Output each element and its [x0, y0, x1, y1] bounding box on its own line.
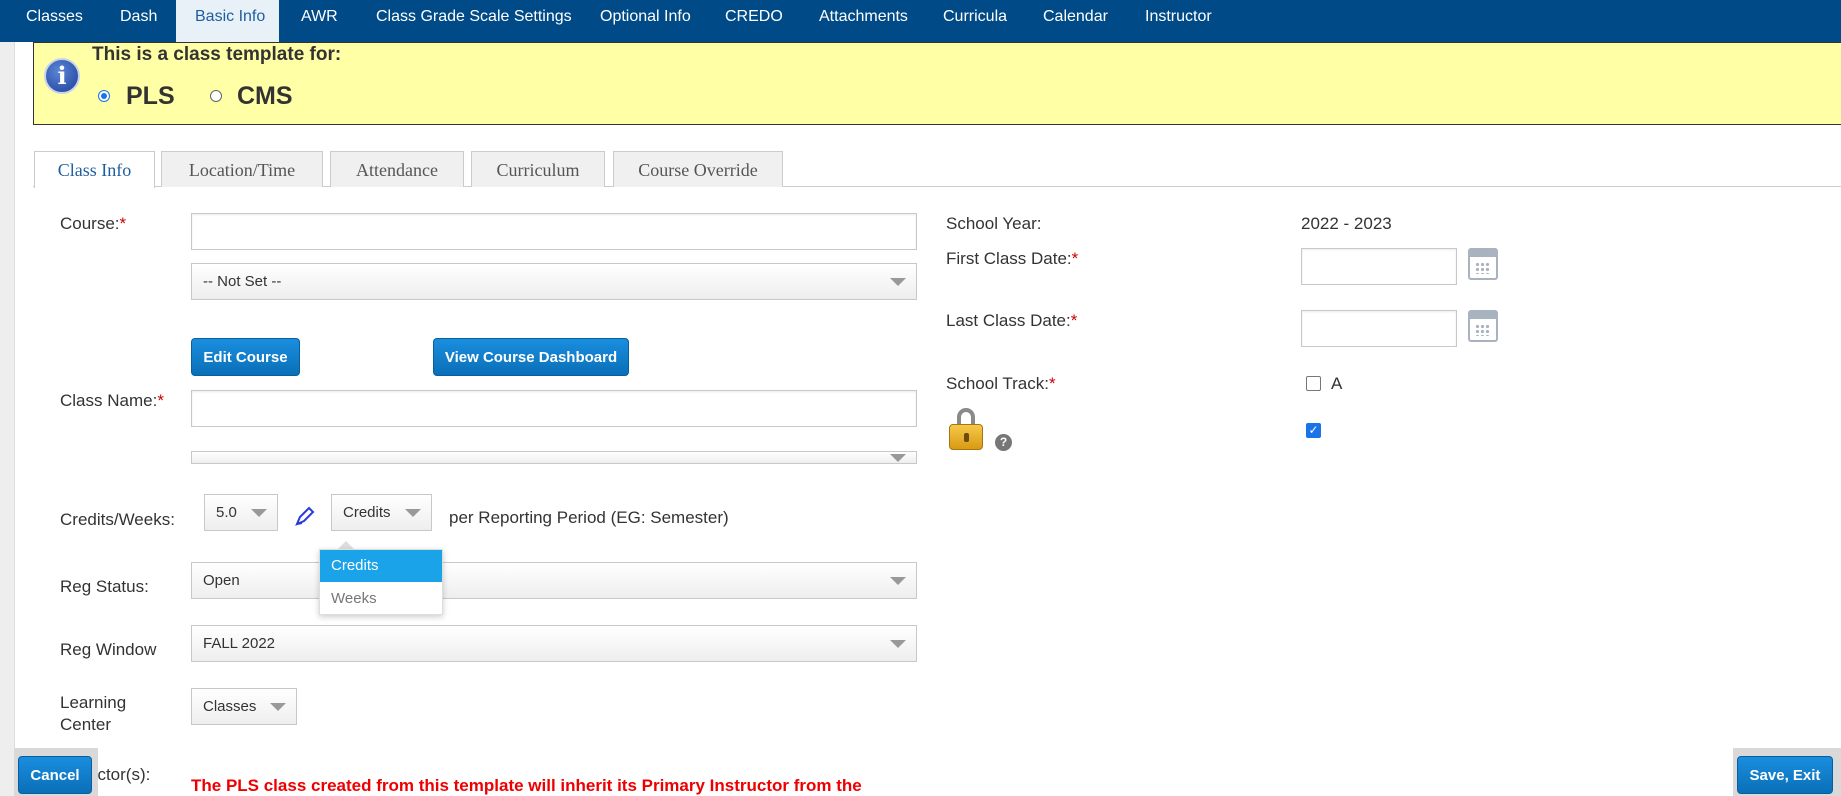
- course-label: Course:*: [60, 214, 127, 233]
- chevron-down-icon: [405, 509, 421, 517]
- last-class-date-label: Last Class Date:*: [946, 311, 1078, 330]
- class-name-select[interactable]: [191, 451, 917, 464]
- first-class-date-input[interactable]: [1301, 248, 1457, 285]
- cancel-button[interactable]: Cancel: [18, 756, 92, 794]
- learning-center-label: Learning Center: [60, 693, 127, 734]
- left-gutter: [0, 0, 15, 796]
- dropdown-option-credits[interactable]: Credits: [320, 550, 442, 582]
- class-name-input[interactable]: [191, 390, 917, 427]
- reg-window-select[interactable]: FALL 2022: [191, 625, 917, 662]
- pencil-icon[interactable]: [294, 505, 316, 527]
- banner-title: This is a class template for:: [92, 44, 342, 65]
- tab-location-time[interactable]: Location/Time: [161, 151, 323, 187]
- tab-attendance[interactable]: Attendance: [330, 151, 464, 187]
- chevron-down-icon: [890, 454, 906, 462]
- nav-tab-instructor[interactable]: Instructor: [1145, 0, 1212, 42]
- tab-class-info[interactable]: Class Info: [34, 151, 155, 188]
- course-select[interactable]: -- Not Set --: [191, 263, 917, 300]
- dropdown-option-weeks[interactable]: Weeks: [320, 583, 442, 615]
- nav-tab-curricula[interactable]: Curricula: [943, 0, 1007, 42]
- tab-curriculum[interactable]: Curriculum: [471, 151, 605, 187]
- credits-weeks-label: Credits/Weeks:: [60, 510, 175, 529]
- credits-unit-select[interactable]: Credits: [331, 494, 432, 531]
- last-class-date-input[interactable]: [1301, 310, 1457, 347]
- credits-unit-dropdown: Credits Weeks: [319, 549, 443, 615]
- school-track-label: School Track:*: [946, 374, 1056, 393]
- school-year-value: 2022 - 2023: [1301, 214, 1392, 233]
- reg-status-select[interactable]: Open: [191, 562, 917, 599]
- info-icon: i: [44, 58, 80, 94]
- lock-checkbox[interactable]: ✓: [1306, 423, 1321, 438]
- pls-radio[interactable]: [98, 90, 110, 102]
- calendar-icon[interactable]: [1468, 248, 1498, 280]
- chevron-down-icon: [890, 278, 906, 286]
- pls-radio-label[interactable]: PLS: [126, 82, 175, 111]
- nav-tab-basic-info[interactable]: Basic Info: [176, 0, 279, 42]
- lock-icon: [949, 408, 985, 450]
- nav-tab-credo[interactable]: CREDO: [725, 0, 783, 42]
- calendar-icon[interactable]: [1468, 310, 1498, 342]
- cms-radio[interactable]: [210, 90, 222, 102]
- nav-tab-attachments[interactable]: Attachments: [819, 0, 908, 42]
- credits-value-select[interactable]: 5.0: [204, 494, 278, 531]
- cms-radio-label[interactable]: CMS: [237, 82, 293, 111]
- nav-tab-optional-info[interactable]: Optional Info: [600, 0, 691, 42]
- help-icon[interactable]: ?: [995, 434, 1012, 451]
- top-nav: Classes Dash Basic Info AWR Class Grade …: [0, 0, 1841, 42]
- nav-tab-class-grade-scale-settings[interactable]: Class Grade Scale Settings: [376, 0, 572, 42]
- per-period-text: per Reporting Period (EG: Semester): [449, 508, 729, 527]
- view-course-dashboard-button[interactable]: View Course Dashboard: [433, 338, 629, 376]
- chevron-down-icon: [890, 640, 906, 648]
- instructor-inheritance-warning: The PLS class created from this template…: [191, 776, 862, 795]
- school-year-label: School Year:: [946, 214, 1042, 233]
- class-name-label: Class Name:*: [60, 391, 164, 410]
- tab-course-override[interactable]: Course Override: [613, 151, 783, 187]
- learning-center-select[interactable]: Classes: [191, 688, 297, 725]
- nav-tab-classes[interactable]: Classes: [26, 0, 83, 42]
- reg-status-label: Reg Status:: [60, 577, 149, 596]
- chevron-down-icon: [270, 703, 286, 711]
- nav-tab-calendar[interactable]: Calendar: [1043, 0, 1108, 42]
- chevron-down-icon: [890, 577, 906, 585]
- track-a-checkbox[interactable]: [1306, 376, 1321, 391]
- first-class-date-label: First Class Date:*: [946, 249, 1079, 268]
- chevron-down-icon: [251, 509, 267, 517]
- nav-tab-dash[interactable]: Dash: [120, 0, 157, 42]
- course-input[interactable]: [191, 213, 917, 250]
- edit-course-button[interactable]: Edit Course: [191, 338, 300, 376]
- nav-tab-awr[interactable]: AWR: [301, 0, 338, 42]
- reg-window-label: Reg Window: [60, 640, 157, 659]
- track-a-label: A: [1331, 374, 1343, 393]
- save-exit-button[interactable]: Save, Exit: [1737, 756, 1833, 794]
